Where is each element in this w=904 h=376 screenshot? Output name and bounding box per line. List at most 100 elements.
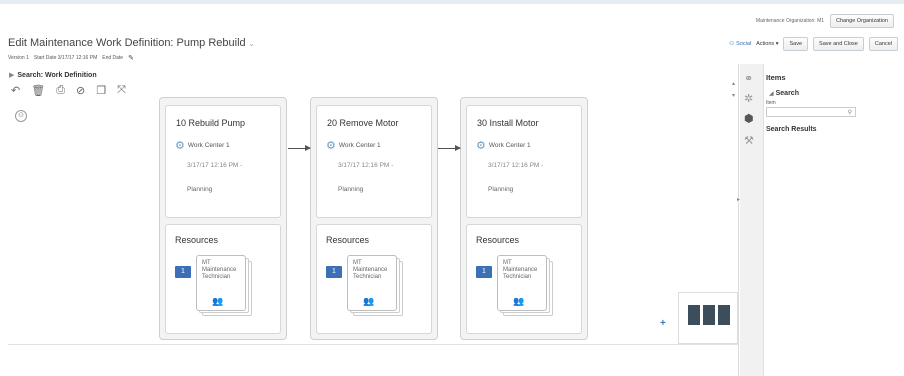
operation-date: 3/17/17 12:16 PM - [187,162,243,169]
resource-quantity-badge: 1 [476,266,492,278]
save-and-close-button[interactable]: Save and Close [813,37,864,51]
search-results-title: Search Results [766,126,817,133]
resource-card-front: MT Maintenance Technician 👥 [497,255,547,311]
search-title: Search: Work Definition [17,72,97,79]
version-info: Version 1 Start Date 3/17/17 12:16 PM En… [8,54,134,62]
collapse-down-icon[interactable]: ▾ [732,92,735,99]
resource-name: MT Maintenance Technician [353,260,388,280]
page-toolbar: ⚇ Social Actions ▾ Save Save and Close C… [729,37,898,51]
expand-icon[interactable]: ⤧ [117,84,126,97]
work-center-label: Work Center 1 [338,142,381,149]
operation-card[interactable]: 30 Install Motor ⚙ Work Center 1 3/17/17 … [460,97,588,340]
resources-section: Resources 1 MT Maintenance Technician 👥 [466,224,582,334]
panel-splitter[interactable] [738,64,739,376]
copy-icon[interactable]: ❐ [96,84,106,97]
delete-icon[interactable]: 🗑 [31,84,45,97]
settings-icon[interactable]: ✲ [744,92,753,105]
save-button[interactable]: Save [783,37,809,51]
resources-section: Resources 1 MT Maintenance Technician 👥 [316,224,432,334]
people-icon: 👥 [363,296,375,306]
change-organization-button[interactable]: Change Organization [830,14,894,28]
end-date-label: End Date [102,55,124,61]
resources-title: Resources [326,235,370,245]
operation-date: 3/17/17 12:16 PM - [338,162,394,169]
operation-title: 20 Remove Motor [327,118,399,128]
operation-details[interactable]: 10 Rebuild Pump ⚙ Work Center 1 3/17/17 1… [165,105,281,218]
sequence-arrow [288,145,311,151]
edit-pencil-icon[interactable]: ✎ [128,54,134,62]
resources-title: Resources [476,235,520,245]
sequence-arrow [438,145,461,151]
work-center-label: Work Center 1 [488,142,531,149]
resource-card[interactable]: MT Maintenance Technician 👥 [347,255,403,318]
organization-bar: Maintenance Organization: M1 Change Orga… [756,14,894,28]
resource-name: MT Maintenance Technician [503,260,538,280]
minimap-node [718,305,730,325]
page-title-text: Edit Maintenance Work Definition: Pump R… [8,37,246,49]
version-label: Version 1 [8,55,29,61]
item-search-input[interactable]: ⚲ [766,107,856,117]
operation-status: Planning [338,186,364,193]
social-icon: ⚇ [729,41,735,47]
work-center: ⚙ Work Center 1 [175,139,230,152]
chevron-down-icon[interactable]: ⌄ [249,41,255,48]
gear-icon: ⚙ [326,140,336,152]
undo-icon[interactable]: ↶ [11,84,20,97]
operation-details[interactable]: 20 Remove Motor ⚙ Work Center 1 3/17/17 1… [316,105,432,218]
work-center: ⚙ Work Center 1 [476,139,531,152]
actions-label: Actions [756,41,775,47]
operation-card[interactable]: 10 Rebuild Pump ⚙ Work Center 1 3/17/17 1… [159,97,287,340]
tools-icon[interactable]: ⚒ [744,134,754,147]
box-icon[interactable]: ⬢ [744,112,754,125]
people-icon: 👥 [212,296,224,306]
gear-icon: ⚙ [175,140,185,152]
operation-status: Planning [488,186,514,193]
operation-card[interactable]: 20 Remove Motor ⚙ Work Center 1 3/17/17 1… [310,97,438,340]
panel-rail: ⚭ ✲ ⬢ ⚒ [740,64,764,376]
social-label: Social [736,41,752,47]
organization-label: Maintenance Organization: M1 [755,18,825,24]
gear-icon: ⚙ [476,140,486,152]
print-icon[interactable]: ⎙ [56,84,65,97]
zoom-control-icon[interactable]: ⊙ [15,110,27,122]
overview-minimap[interactable] [678,292,738,344]
operation-title: 30 Install Motor [477,118,539,128]
minimap-node [703,305,715,325]
resource-card[interactable]: MT Maintenance Technician 👥 [196,255,252,318]
resource-card[interactable]: MT Maintenance Technician 👥 [497,255,553,318]
minimap-node [688,305,700,325]
collapse-up-icon[interactable]: ▴ [732,80,735,87]
operations-canvas: 10 Rebuild Pump ⚙ Work Center 1 3/17/17 1… [159,97,588,340]
social-link[interactable]: ⚇ Social [729,41,751,47]
items-panel-title: Items [766,73,786,82]
check-icon[interactable]: ⊘ [76,84,85,97]
caret-down-icon: ▾ [775,41,779,47]
page-title: Edit Maintenance Work Definition: Pump R… [8,37,255,49]
work-center-label: Work Center 1 [187,142,230,149]
search-section-toggle[interactable]: ▶ Search: Work Definition [9,71,97,79]
resource-card-front: MT Maintenance Technician 👥 [196,255,246,311]
items-search-title: Search [775,90,799,97]
canvas-toolbar: ↶ 🗑 ⎙ ⊘ ❐ ⤧ [11,84,126,97]
actions-menu[interactable]: Actions ▾ [756,41,778,47]
start-date-label: Start Date 3/17/17 12:16 PM [33,55,98,61]
resource-card-front: MT Maintenance Technician 👥 [347,255,397,311]
operation-title: 10 Rebuild Pump [176,118,246,128]
items-panel: Items ◢ Search Item ⚲ Search Results [766,73,898,133]
collapse-triangle-icon: ◢ [769,91,774,97]
top-border [0,0,904,4]
resource-quantity-badge: 1 [175,266,191,278]
people-icon: 👥 [513,296,525,306]
add-icon[interactable]: + [660,318,666,329]
items-icon[interactable]: ⚭ [744,72,753,85]
item-field-label: Item [766,100,776,106]
items-search-toggle[interactable]: ◢ Search [769,90,898,97]
operation-date: 3/17/17 12:16 PM - [488,162,544,169]
operation-details[interactable]: 30 Install Motor ⚙ Work Center 1 3/17/17 … [466,105,582,218]
resource-name: MT Maintenance Technician [202,260,237,280]
search-icon[interactable]: ⚲ [848,109,852,116]
cancel-button[interactable]: Cancel [868,37,898,51]
expand-triangle-icon: ▶ [9,72,15,79]
operation-status: Planning [187,186,213,193]
resources-section: Resources 1 MT Maintenance Technician 👥 [165,224,281,334]
